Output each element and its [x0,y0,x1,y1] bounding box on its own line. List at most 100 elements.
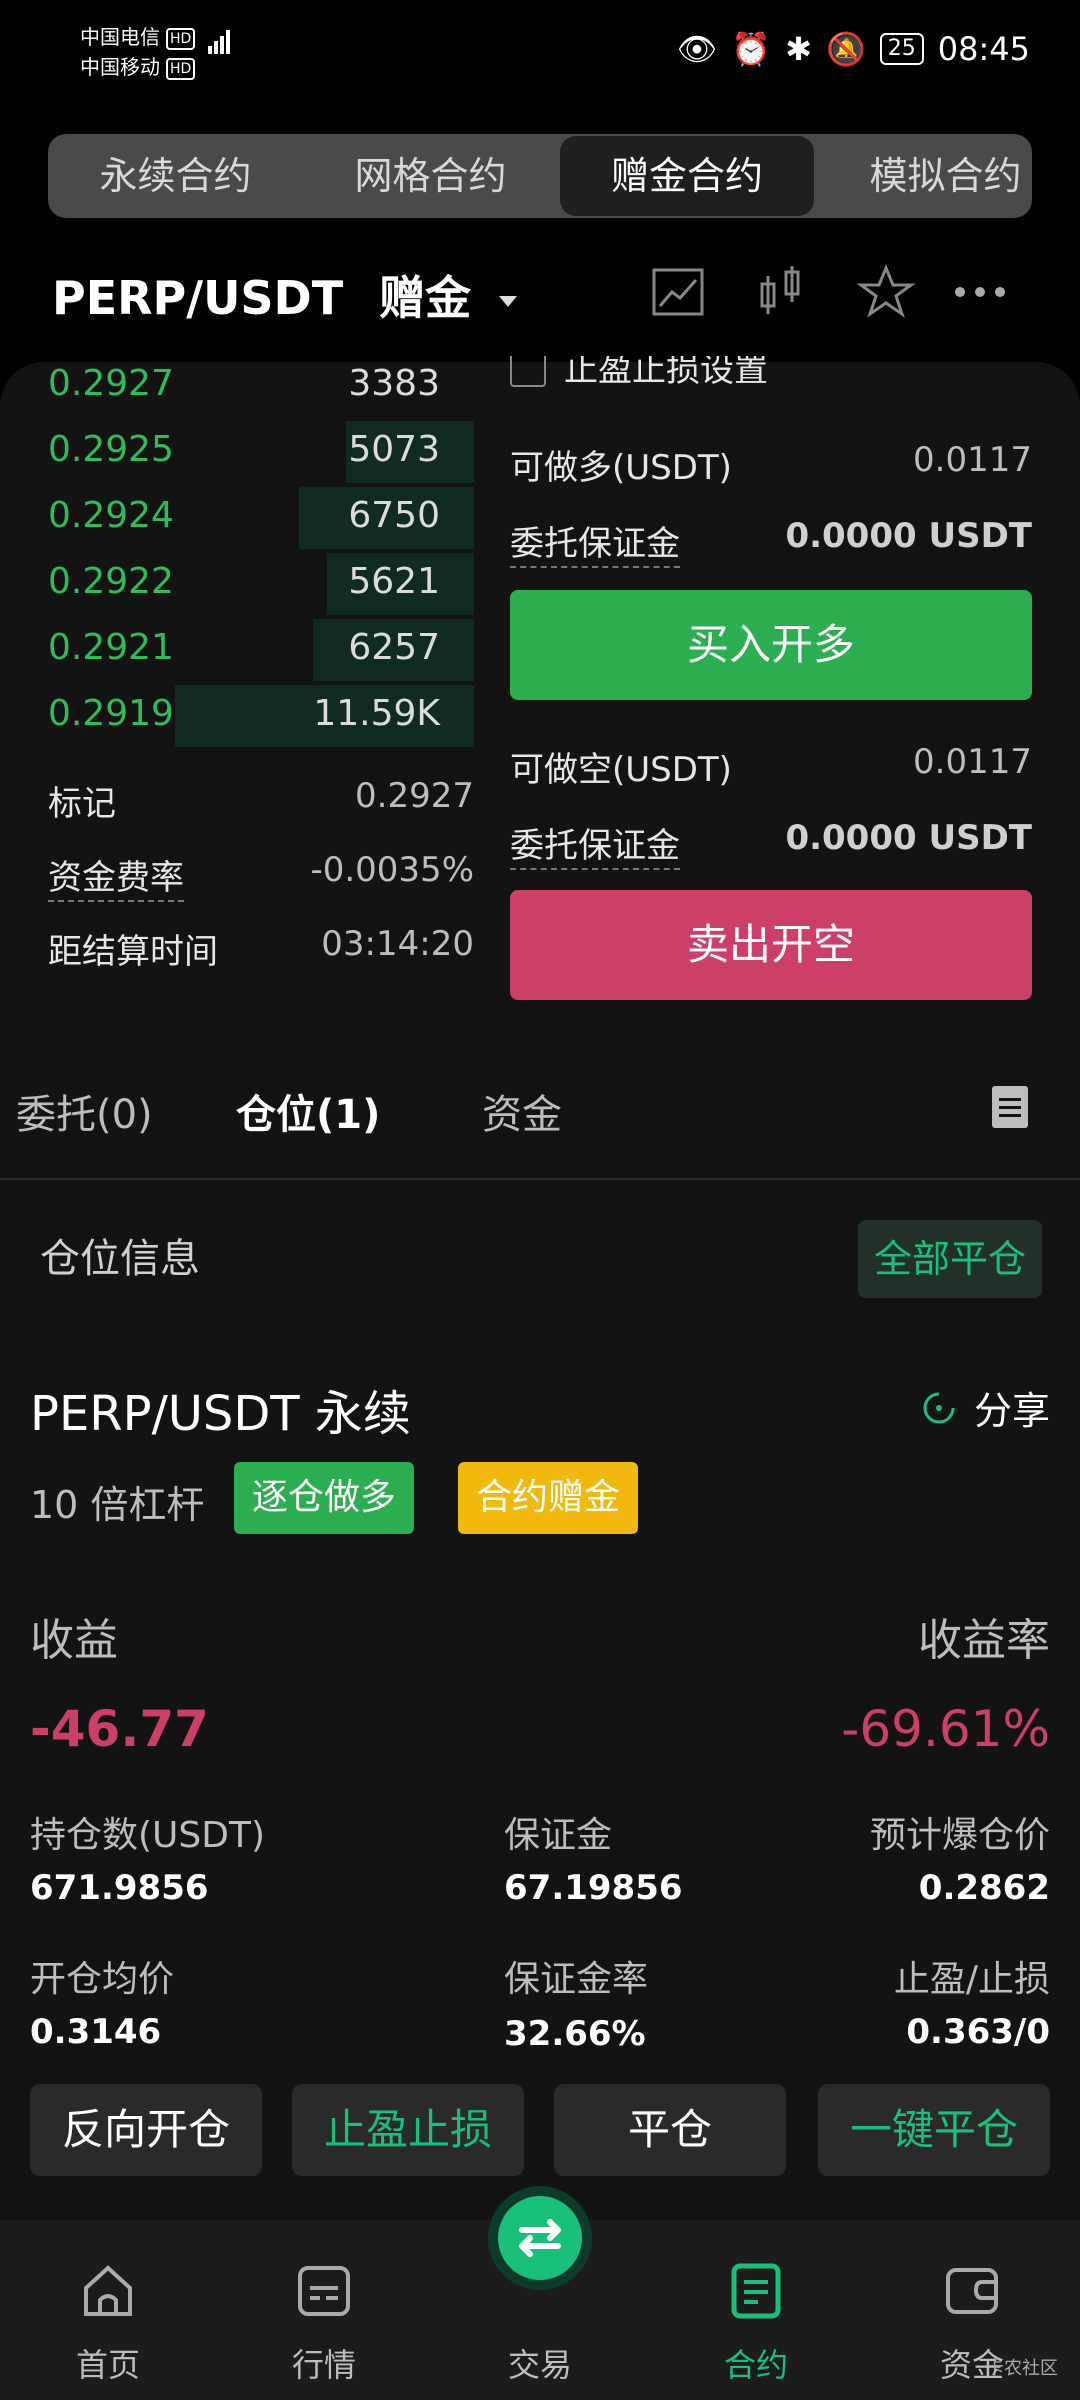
orderbook-qty: 5621 [348,561,440,602]
pair-mode: 赠金 [379,271,472,325]
orderbook-qty: 5073 [348,429,440,470]
orderbook-price: 0.2921 [48,627,174,668]
candlestick-icon[interactable] [752,262,812,322]
margin-label: 保证金 [504,1815,613,1856]
orderbook-row[interactable]: 0.2922 5621 [0,551,474,617]
battery-indicator: 25 [879,33,924,65]
nav-home[interactable]: 首页 [0,2220,216,2400]
buy-long-button[interactable]: 买入开多 [510,590,1032,700]
long-available-label: 可做多(USDT) [510,448,732,488]
tab-funds[interactable]: 资金 [482,1082,562,1140]
funding-value: -0.0035% [310,850,474,890]
position-section-title: 仓位信息 [40,1236,200,1282]
margin-rate-label: 保证金率 [504,1959,649,2000]
swap-icon [488,2186,592,2290]
one-click-close-button[interactable]: 一键平仓 [818,2084,1050,2176]
contract-icon [731,2263,781,2319]
close-position-button[interactable]: 平仓 [554,2084,786,2176]
sell-short-button[interactable]: 卖出开空 [510,890,1032,1000]
tpsl-label: 止盈/止损 [893,1959,1050,2000]
tab-orders[interactable]: 委托(0) [16,1082,153,1140]
roe-value: -69.61% [841,1700,1050,1758]
pnl-value: -46.77 [30,1700,209,1758]
status-time: 08:45 [937,30,1030,68]
more-icon[interactable] [950,262,1010,322]
orderbook-price: 0.2922 [48,561,174,602]
orderbook-price: 0.2927 [48,363,174,404]
entry-label: 开仓均价 [30,1959,175,2000]
position-symbol: PERP/USDT 永续 [30,1386,411,1442]
tab-positions[interactable]: 仓位(1) [236,1082,380,1140]
hd-badge: HD [166,27,196,50]
settle-label: 距结算时间 [48,932,218,972]
margin-value: 67.19856 [504,1868,683,1908]
tpsl-setting[interactable]: 止盈止损设置 [510,356,910,392]
nav-contract[interactable]: 合约 [648,2220,864,2400]
watermark: 卡农社区 [986,2358,1058,2379]
wallet-icon [946,2268,998,2314]
orderbook-qty: 11.59K [313,693,440,734]
orderbook-qty: 6257 [348,627,440,668]
mark-label: 标记 [48,784,116,824]
orderbook-price: 0.2925 [48,429,174,470]
size-value: 671.9856 [30,1868,209,1908]
tpsl-value: 0.363/0 [906,2012,1050,2052]
share-button[interactable]: 分享 [920,1380,1050,1435]
long-margin-value: 0.0000 USDT [785,516,1032,556]
long-available-value: 0.0117 [913,440,1032,480]
chart-icon[interactable] [648,262,708,322]
size-label: 持仓数(USDT) [30,1815,266,1856]
orderbook-row[interactable]: 0.2924 6750 [0,485,474,551]
orderbook-qty: 3383 [348,363,440,404]
settle-value: 03:14:20 [321,924,474,964]
tab-demo[interactable]: 模拟合约 [818,134,1032,218]
nav-market[interactable]: 行情 [216,2220,432,2400]
alarm-icon: ⏰ [731,30,772,68]
close-all-button[interactable]: 全部平仓 [858,1220,1042,1298]
tpsl-button[interactable]: 止盈止损 [292,2084,524,2176]
tab-bonus[interactable]: 赠金合约 [560,136,814,216]
reverse-open-button[interactable]: 反向开仓 [30,2084,262,2176]
tab-grid[interactable]: 网格合约 [303,134,558,218]
eye-icon: 👁 [676,30,718,68]
carrier-1: 中国电信 HD [80,22,232,54]
document-icon[interactable] [992,1086,1028,1128]
tab-perpetual[interactable]: 永续合约 [48,134,303,218]
nav-trade[interactable]: 交易 [432,2186,648,2400]
short-available-value: 0.0117 [913,742,1032,782]
hd-badge: HD [166,57,196,80]
status-right: 👁 ⏰ ✱ 🔕 25 08:45 [677,30,1030,68]
roe-label: 收益率 [918,1615,1050,1666]
carrier-2: 中国移动 HD [80,52,196,82]
short-margin-value: 0.0000 USDT [785,818,1032,858]
mark-value: 0.2927 [355,776,474,816]
liq-label: 预计爆仓价 [869,1815,1050,1856]
signal-icon [207,24,232,54]
orderbook-row[interactable]: 0.2919 11.59K [0,683,474,749]
orderbook-row[interactable]: 0.2921 6257 [0,617,474,683]
market-icon [298,2266,350,2316]
star-icon[interactable] [856,262,916,322]
orderbook-row[interactable]: 0.2927 3383 [0,353,474,419]
contract-tabs: 永续合约 网格合约 赠金合约 模拟合约 [48,134,1032,218]
margin-rate-value: 32.66% [504,2014,646,2054]
orderbook-price: 0.2924 [48,495,174,536]
home-icon [84,2265,132,2316]
orderbook-qty: 6750 [348,495,440,536]
orderbook-price: 0.2919 [48,693,174,734]
pair-selector[interactable]: PERP/USDT 赠金 [52,262,518,328]
orderbook-row[interactable]: 0.2925 5073 [0,419,474,485]
bottom-nav: 首页 行情 交易 合约 资金 [0,2186,1080,2400]
pair-name: PERP/USDT [52,271,344,325]
pnl-label: 收益 [30,1615,118,1666]
chevron-down-icon [499,296,518,307]
divider [0,1178,1080,1180]
funding-label[interactable]: 资金费率 [48,850,184,902]
tpsl-checkbox[interactable] [510,356,546,387]
short-available-label: 可做空(USDT) [510,750,732,790]
long-margin-label: 委托保证金 [510,516,680,568]
bonus-tag: 合约赠金 [458,1462,639,1534]
liq-value: 0.2862 [918,1868,1050,1908]
mute-icon: 🔕 [825,30,866,68]
leverage-label: 10 倍杠杆 [30,1483,205,1527]
